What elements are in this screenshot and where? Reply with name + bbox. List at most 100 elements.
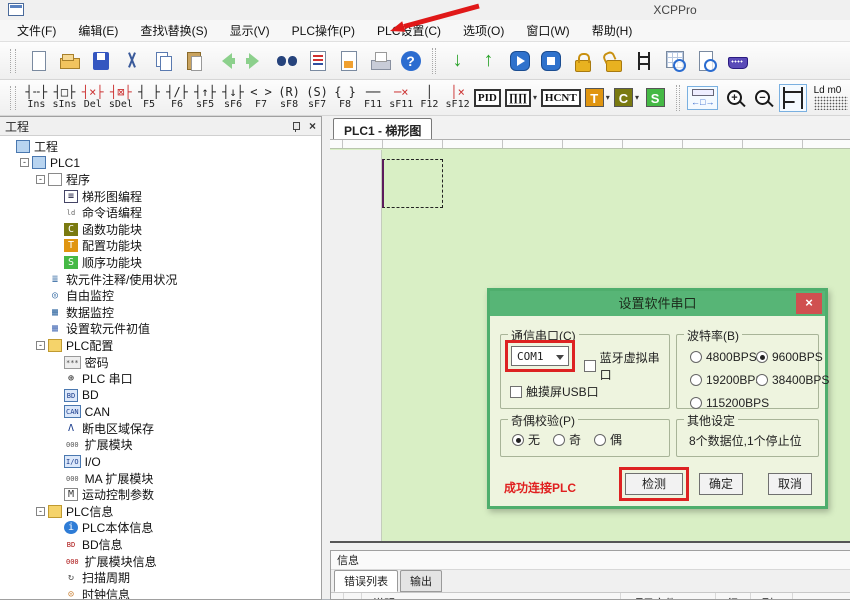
tree-item[interactable]: S顺序功能块 [0, 254, 321, 271]
tree-item[interactable]: 工程 [0, 138, 321, 155]
panel-divider[interactable] [330, 543, 850, 550]
parity-option[interactable]: 偶 [594, 431, 622, 448]
menu-item-4[interactable]: 显示(V) [219, 19, 281, 42]
tree-item[interactable]: ▦设置软元件初值 [0, 321, 321, 338]
tree-item[interactable]: -PLC信息 [0, 503, 321, 520]
tree-item[interactable]: ld命令语编程 [0, 204, 321, 221]
com-config-button[interactable] [721, 45, 752, 76]
tree-item[interactable]: M运动控制参数 [0, 486, 321, 503]
pin-icon[interactable] [291, 121, 301, 132]
menu-item-7[interactable]: 选项(O) [452, 19, 515, 42]
counter-button[interactable]: C▾ [612, 81, 640, 114]
menu-item-2[interactable]: 编辑(E) [67, 19, 129, 42]
tab-ladder-editor[interactable]: PLC1 - 梯形图 [333, 118, 432, 139]
cut-button[interactable] [116, 45, 147, 76]
print-button[interactable] [364, 45, 395, 76]
tree-item[interactable]: ↻扫描周期 [0, 569, 321, 586]
output-coil-button[interactable]: < >F7 [248, 81, 275, 114]
baud-option[interactable]: 9600BPS [756, 350, 829, 364]
menu-item-9[interactable]: 帮助(H) [581, 19, 644, 42]
column-header[interactable]: 说明 [362, 593, 621, 600]
collapse-icon[interactable]: - [36, 175, 45, 184]
copy-button[interactable] [147, 45, 178, 76]
open-project-button[interactable] [54, 45, 85, 76]
zoom-in-button[interactable]: + [721, 81, 748, 114]
dialog-titlebar[interactable]: 设置软件串口 × [490, 291, 825, 316]
insert-block-button[interactable]: ┤□├sIns [51, 81, 78, 114]
tree-item[interactable]: -程序 [0, 171, 321, 188]
tree-item[interactable]: 000扩展模块信息 [0, 553, 321, 570]
monitor-window-button[interactable] [302, 45, 333, 76]
closed-contact-button[interactable]: ┤/├F6 [164, 81, 191, 114]
delete-horizontal-line-button[interactable]: ─×sF11 [388, 81, 415, 114]
tree-item[interactable]: ***密码 [0, 354, 321, 371]
output-window-button[interactable] [333, 45, 364, 76]
collapse-icon[interactable]: - [36, 341, 45, 350]
stop-plc-button[interactable] [535, 45, 566, 76]
column-header[interactable]: 项目文件 [621, 593, 716, 600]
fit-width-button[interactable]: ←□→ [686, 81, 720, 114]
sequence-block-button[interactable]: S [642, 81, 669, 114]
tree-item[interactable]: T配置功能块 [0, 238, 321, 255]
tree-item[interactable]: BDBD信息 [0, 536, 321, 553]
data-monitor-button[interactable] [659, 45, 690, 76]
reset-coil-button[interactable]: (R)sF8 [276, 81, 303, 114]
run-plc-button[interactable] [504, 45, 535, 76]
tree-item[interactable]: ▦数据监控 [0, 304, 321, 321]
tree-item[interactable]: C函数功能块 [0, 221, 321, 238]
menu-item-6[interactable]: PLC设置(C) [366, 19, 452, 42]
delete-contact-button[interactable]: ┤×├Del [79, 81, 106, 114]
download-program-button[interactable] [442, 45, 473, 76]
paste-button[interactable] [178, 45, 209, 76]
help-button[interactable] [395, 45, 426, 76]
lock-button[interactable] [566, 45, 597, 76]
find-button[interactable] [271, 45, 302, 76]
pulse-output-button[interactable]: ∏∏▾ [503, 81, 538, 114]
cancel-button[interactable]: 取消 [768, 473, 812, 495]
tree-item[interactable]: BDBD [0, 387, 321, 404]
insert-contact-button[interactable]: ┤╌├Ins [23, 81, 50, 114]
com-port-select[interactable]: COM1 [511, 346, 569, 366]
usb-checkbox[interactable]: 触摸屏USB口 [510, 383, 599, 400]
delete-vertical-line-button[interactable]: │×sF12 [444, 81, 471, 114]
tree-item[interactable]: ⊙时钟信息 [0, 586, 321, 599]
menu-item-3[interactable]: 查找\替换(S) [129, 19, 218, 42]
ok-button[interactable]: 确定 [699, 473, 743, 495]
high-speed-counter-button[interactable]: HCNT [540, 81, 583, 114]
collapse-icon[interactable]: - [36, 507, 45, 516]
function-block-button[interactable]: { }F8 [332, 81, 359, 114]
tree-item[interactable]: CANCAN [0, 404, 321, 421]
new-file-button[interactable] [23, 45, 54, 76]
tree-item[interactable]: iPLC本体信息 [0, 520, 321, 537]
zoom-out-button[interactable]: − [749, 81, 776, 114]
tree-item[interactable]: I/OI/O [0, 453, 321, 470]
undo-button[interactable] [209, 45, 240, 76]
tree-item[interactable]: ≣软元件注释/使用状况 [0, 271, 321, 288]
tree-item[interactable]: -PLC1 [0, 155, 321, 172]
column-header[interactable]: 列 [751, 593, 793, 600]
falling-pulse-button[interactable]: ┤↓├sF6 [220, 81, 247, 114]
save-project-button[interactable] [85, 45, 116, 76]
menu-item-8[interactable]: 窗口(W) [515, 19, 580, 42]
baud-option[interactable]: 38400BPS [756, 373, 829, 387]
upload-program-button[interactable] [473, 45, 504, 76]
ladder-display-button[interactable] [777, 81, 808, 114]
collapse-icon[interactable]: - [20, 158, 29, 167]
menu-item-1[interactable]: 文件(F) [6, 19, 67, 42]
tree-item[interactable]: ⊕PLC 串口 [0, 370, 321, 387]
set-coil-button[interactable]: (S)sF7 [304, 81, 331, 114]
tree-item[interactable]: ◎自由监控 [0, 287, 321, 304]
tab-error-list[interactable]: 错误列表 [334, 570, 398, 592]
redo-button[interactable] [240, 45, 271, 76]
free-monitor-button[interactable] [690, 45, 721, 76]
tree-item[interactable]: 000扩展模块 [0, 437, 321, 454]
open-contact-button[interactable]: ┤ ├F5 [136, 81, 163, 114]
menu-item-5[interactable]: PLC操作(P) [281, 19, 366, 42]
horizontal-line-button[interactable]: ──F11 [360, 81, 387, 114]
ladder-cursor-selection[interactable] [382, 159, 443, 208]
dialog-close-button[interactable]: × [796, 293, 822, 314]
parity-option[interactable]: 无 [512, 431, 540, 448]
vertical-line-button[interactable]: │F12 [416, 81, 443, 114]
pid-button[interactable]: PID [472, 81, 502, 114]
column-header[interactable] [344, 593, 362, 600]
